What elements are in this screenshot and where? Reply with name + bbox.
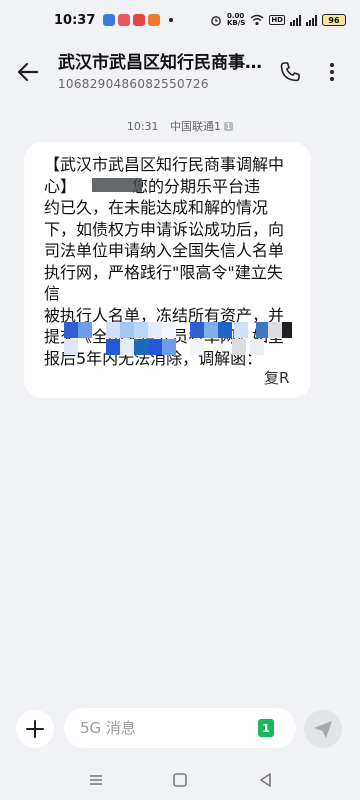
sender-info[interactable]: 武汉市武昌区知行民商事… 1068290486082550726: [58, 52, 274, 93]
sender-number: 1068290486082550726: [58, 77, 209, 91]
message-line: 司法单位申请纳入全国失信人名单: [44, 241, 285, 260]
message-bubble[interactable]: 【武汉市武昌区知行民商事调解中 心】 您的分期乐平台违 约已久，在未能达成和解的…: [24, 142, 311, 398]
send-icon[interactable]: [304, 710, 342, 748]
message-carrier: 中国联通1: [170, 120, 222, 133]
more-vertical-icon[interactable]: [322, 60, 342, 84]
wifi-icon: [250, 14, 264, 26]
app-notification-icon: [148, 14, 161, 26]
plus-icon[interactable]: [16, 710, 54, 748]
net-speed: 0.00 KB/S: [226, 12, 246, 27]
conversation-header: 武汉市武昌区知行民商事… 1068290486082550726: [0, 44, 360, 100]
menu-icon[interactable]: [86, 770, 106, 790]
status-bar: 10:37 0.00 KB/S HD 96: [0, 0, 360, 40]
message-line: 执行网，严格践行"限高令"建立失信: [44, 262, 283, 304]
sim-badge: 1: [224, 122, 234, 131]
back-triangle-icon[interactable]: [256, 770, 276, 790]
message-line: 约已久，在未能达成和解的情况: [44, 198, 269, 217]
message-time: 10:31: [126, 120, 159, 133]
phone-icon[interactable]: [278, 60, 302, 84]
app-notification-icon: [103, 14, 116, 26]
message-line: 心】 您的分期乐平台违: [44, 176, 260, 196]
battery-icon: 96: [322, 14, 346, 26]
message-timestamp: 10:31 中国联通1 1: [0, 118, 360, 134]
system-nav-bar: [0, 760, 360, 800]
redacted-block: [92, 178, 142, 192]
compose-bar: 1: [0, 700, 360, 756]
signal-icon: [290, 14, 301, 26]
alarm-icon: [211, 16, 221, 26]
home-square-icon[interactable]: [170, 770, 190, 790]
more-notifications-dot: [169, 18, 174, 22]
signal-icon: [306, 14, 317, 26]
notification-icons: [103, 14, 174, 26]
hd-badge: HD: [269, 15, 285, 25]
message-input-box[interactable]: 1: [64, 708, 296, 748]
arrow-left-icon[interactable]: [14, 58, 42, 86]
message-input[interactable]: [78, 718, 232, 738]
message-tail-text: 复R: [264, 369, 290, 387]
app-notification-icon: [118, 14, 131, 26]
message-line: 下，如债权方申请诉讼成功后，向: [44, 219, 285, 239]
message-line: 【武汉市武昌区知行民商事调解中: [44, 155, 285, 174]
status-indicators: 0.00 KB/S HD 96: [210, 13, 346, 27]
sender-name: 武汉市武昌区知行民商事…: [58, 53, 262, 73]
sim-select-icon[interactable]: 1: [258, 719, 274, 737]
app-notification-icon: [133, 14, 146, 26]
status-time: 10:37: [54, 12, 96, 28]
